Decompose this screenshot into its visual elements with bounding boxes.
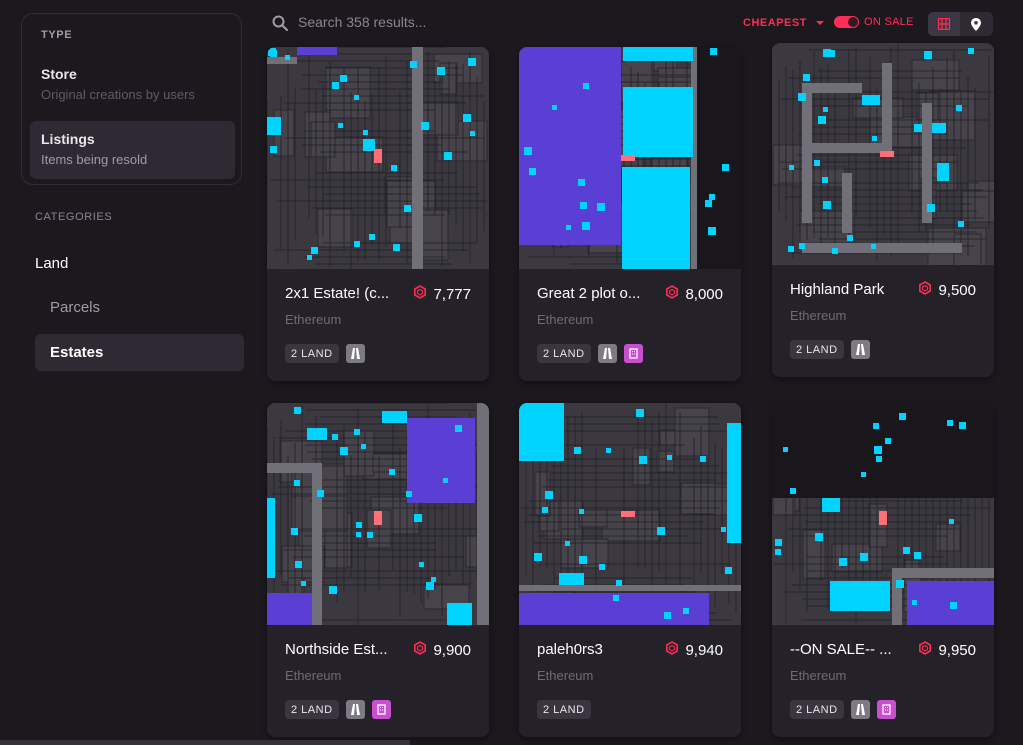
estate-price: 9,900 [413,641,471,659]
estate-name: Northside Est... [285,641,388,658]
on-sale-toggle[interactable]: ON SALE [834,16,914,28]
estate-price: 9,950 [918,641,976,659]
plaza-icon [371,700,391,719]
category-estates[interactable]: Estates [35,334,244,371]
estate-map-thumbnail [772,43,994,265]
type-title: TYPE [41,29,73,41]
estate-card[interactable]: --ON SALE-- ... 9,950 Ethereum 2 LAND [772,403,994,737]
type-option-store-sub: Original creations by users [41,87,195,102]
category-land[interactable]: Land [35,255,68,272]
sidebar: TYPE Store Original creations by users L… [0,0,260,745]
type-option-listings[interactable]: Listings Items being resold [30,121,235,179]
type-option-listings-label: Listings [41,131,95,147]
estate-price-value: 8,000 [685,285,723,303]
estate-price: 8,000 [665,285,723,303]
estate-tags: 2 LAND [285,344,365,363]
on-sale-label: ON SALE [864,16,914,28]
estate-map-thumbnail [267,403,489,625]
view-switcher [928,12,993,36]
estate-price-value: 9,940 [685,641,723,659]
estate-name: paleh0rs3 [537,641,603,658]
plaza-icon [876,700,896,719]
estate-price-value: 7,777 [433,285,471,303]
mana-icon [413,285,427,303]
map-pin-icon [971,17,981,31]
land-count-badge: 2 LAND [537,344,591,363]
estate-name: --ON SALE-- ... [790,641,892,658]
search-input[interactable] [298,14,678,30]
grid-icon [938,18,950,30]
estate-network: Ethereum [790,668,847,683]
estate-tags: 2 LAND [790,340,870,359]
land-count-badge: 2 LAND [537,700,591,719]
estate-price: 9,500 [918,281,976,299]
land-count-badge: 2 LAND [285,344,339,363]
mana-icon [918,281,932,299]
road-icon [850,340,870,359]
type-option-listings-sub: Items being resold [41,152,148,167]
estate-network: Ethereum [285,668,342,683]
chevron-down-icon [815,21,824,25]
estate-map-thumbnail [267,47,489,269]
estate-tags: 2 LAND [537,700,591,719]
land-count-badge: 2 LAND [790,340,844,359]
estate-name: Highland Park [790,281,885,298]
estate-price-value: 9,500 [938,281,976,299]
estate-tags: 2 LAND [790,700,896,719]
estate-map-thumbnail [772,403,994,625]
estate-price-value: 9,950 [938,641,976,659]
search-bar [271,13,691,33]
land-count-badge: 2 LAND [790,700,844,719]
type-filter-box: TYPE Store Original creations by users L… [21,13,242,185]
estate-map-thumbnail [519,403,741,625]
land-count-badge: 2 LAND [285,700,339,719]
sort-label: CHEAPEST [743,17,807,29]
mana-icon [665,285,679,303]
estate-network: Ethereum [790,308,847,323]
estate-network: Ethereum [537,668,594,683]
estate-card[interactable]: 2x1 Estate! (c... 7,777 Ethereum 2 LAND [267,47,489,381]
road-icon [345,344,365,363]
road-icon [850,700,870,719]
type-option-store-label: Store [41,66,77,82]
estate-name: 2x1 Estate! (c... [285,285,390,302]
categories-title: CATEGORIES [35,211,113,223]
grid-view-button[interactable] [928,12,960,36]
plaza-icon [623,344,643,363]
estate-price-value: 9,900 [433,641,471,659]
estate-network: Ethereum [537,312,594,327]
toggle-switch[interactable] [834,16,859,28]
mana-icon [665,641,679,659]
type-option-store[interactable]: Store Original creations by users [30,56,235,114]
map-view-button[interactable] [960,12,992,36]
horizontal-scrollbar[interactable] [0,740,410,745]
estate-name: Great 2 plot o... [537,285,641,302]
estate-card[interactable]: Northside Est... 9,900 Ethereum 2 LAND [267,403,489,737]
estate-price: 9,940 [665,641,723,659]
mana-icon [413,641,427,659]
estate-card[interactable]: Highland Park 9,500 Ethereum 2 LAND [772,43,994,377]
estate-network: Ethereum [285,312,342,327]
estate-tags: 2 LAND [537,344,643,363]
mana-icon [918,641,932,659]
category-parcels[interactable]: Parcels [50,299,100,316]
estate-card[interactable]: Great 2 plot o... 8,000 Ethereum 2 LAND [519,47,741,381]
estate-price: 7,777 [413,285,471,303]
estate-map-thumbnail [519,47,741,269]
sort-dropdown[interactable]: CHEAPEST [743,17,824,29]
estate-card[interactable]: paleh0rs3 9,940 Ethereum 2 LAND [519,403,741,737]
road-icon [345,700,365,719]
road-icon [597,344,617,363]
search-icon [272,15,288,31]
estate-tags: 2 LAND [285,700,391,719]
